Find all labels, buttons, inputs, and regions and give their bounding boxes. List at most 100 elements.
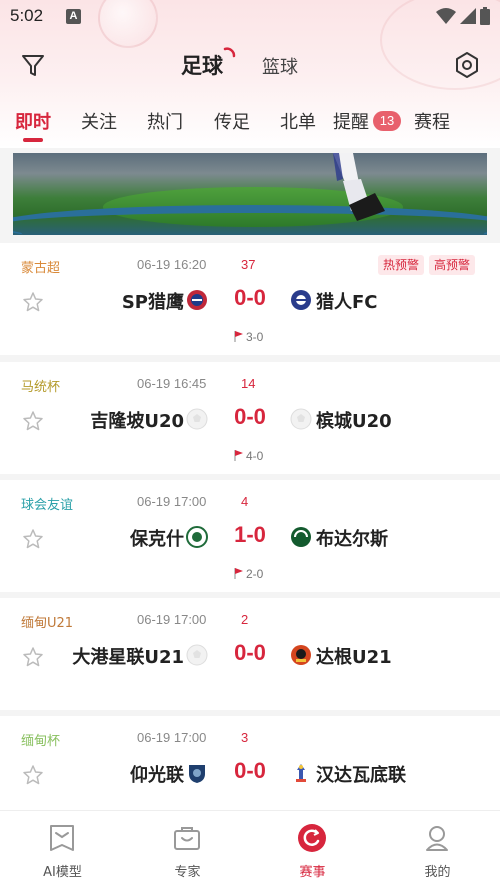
league-name: 缅甸杯 [21,734,61,749]
tab-expert[interactable]: 专家 [125,811,250,888]
corner-flag-icon [234,331,243,342]
home-team: SP猎鹰 [121,292,184,313]
subtab-bar: 即时 关注 热门 传足 北单 提醒 13 赛程 [0,104,500,144]
subtab-schedule[interactable]: 赛程 [414,108,450,134]
tab-basketball[interactable]: 篮球 [262,53,298,79]
match-card[interactable]: 缅甸杯 06-19 17:00 3 仰光联 0-0 汉达瓦底联 [0,716,500,810]
match-card[interactable]: 蒙古超 06-19 16:20 37 热预警 高预警 SP猎鹰 0-0 猎人FC… [0,243,500,355]
subtab-hot[interactable]: 热门 [147,108,183,134]
subtab-underline [23,138,43,142]
tab-football[interactable]: 足球 [181,50,223,80]
subtab-traditional[interactable]: 传足 [214,108,250,134]
score: 0-0 [234,285,266,310]
star-icon[interactable] [22,410,44,432]
away-team: 达根U21 [316,647,392,668]
away-team-logo-icon [291,290,311,310]
star-icon[interactable] [22,291,44,313]
active-tab-mark-icon [223,47,236,58]
match-card[interactable]: 球会友谊 06-19 17:00 4 保克什 1-0 布达尔斯 2-0 [0,480,500,592]
league-name: 蒙古超 [21,261,61,276]
corner-flag-icon [234,568,243,579]
match-minute: 37 [241,257,256,272]
home-team-logo-icon [186,526,208,548]
status-icons [436,7,490,25]
home-team: 保克什 [130,529,184,550]
corner-count: 2-0 [234,567,263,581]
corner-score: 4-0 [246,449,264,463]
away-team-logo-icon [296,764,306,782]
banner-track [13,205,487,235]
match-time: 06-19 17:00 [137,494,207,509]
corner-count: 3-0 [234,330,263,344]
match-time: 06-19 17:00 [137,730,207,745]
subtab-beidan[interactable]: 北单 [280,108,316,134]
league-name: 球会友谊 [21,498,74,513]
signal-icon [460,8,476,24]
promo-banner[interactable] [13,153,487,235]
default-team-logo-icon [186,408,208,430]
home-team: 吉隆坡U20 [90,411,184,432]
match-card[interactable]: 马统杯 06-19 16:45 14 吉隆坡U20 0-0 槟城U20 4-0 [0,362,500,474]
hot-alert-tag: 热预警 [378,255,425,275]
settings-button[interactable] [452,50,482,80]
reminder-count-badge: 13 [373,111,401,131]
subtab-reminder[interactable]: 提醒 [333,108,369,134]
match-minute: 2 [241,612,249,627]
home-team: 仰光联 [130,765,184,786]
corner-count: 4-0 [234,449,263,463]
match-time: 06-19 17:00 [137,612,207,627]
tab-matches[interactable]: 赛事 [250,811,375,888]
tab-ai-model[interactable]: AI模型 [0,811,125,888]
wifi-icon [436,8,456,24]
match-time: 06-19 16:45 [137,376,207,391]
score: 0-0 [234,758,266,783]
subtab-live[interactable]: 即时 [15,108,51,134]
subtab-follow[interactable]: 关注 [81,108,117,134]
away-team: 槟城U20 [316,411,392,432]
match-minute: 14 [241,376,256,391]
match-card[interactable]: 缅甸U21 06-19 17:00 2 大港星联U21 0-0 达根U21 [0,598,500,710]
star-icon[interactable] [22,646,44,668]
bottom-tab-bar: AI模型 专家 赛事 我的 [0,810,500,888]
league-name: 马统杯 [21,380,61,395]
player-leg-image [333,153,385,221]
home-team-logo-icon [189,765,205,783]
star-icon[interactable] [22,764,44,786]
corner-score: 3-0 [246,330,264,344]
away-team-logo-icon [291,645,311,665]
tab-label: 赛事 [299,865,326,880]
header: 足球 篮球 [0,40,500,90]
star-icon[interactable] [22,528,44,550]
gear-icon [456,52,478,78]
score: 1-0 [234,522,266,547]
corner-flag-icon [234,450,243,461]
high-alert-tag: 高预警 [429,255,476,275]
battery-icon [480,7,490,25]
default-team-logo-icon [186,644,208,666]
home-team: 大港星联U21 [72,647,184,668]
tab-label: 我的 [424,865,451,880]
expert-icon [174,827,200,850]
corner-score: 2-0 [246,567,264,581]
filter-icon [22,55,44,76]
tab-profile[interactable]: 我的 [375,811,500,888]
match-time: 06-19 16:20 [137,257,207,272]
match-minute: 3 [241,730,249,745]
match-minute: 4 [241,494,249,509]
profile-icon [426,826,448,851]
status-time: 5:02 [10,6,44,25]
away-team-logo-icon [291,527,311,547]
filter-button[interactable] [18,50,48,80]
notification-icon: A [66,9,81,24]
away-team: 汉达瓦底联 [316,765,406,786]
tab-label: AI模型 [43,865,82,880]
status-bar: 5:02 A [0,0,500,34]
default-team-logo-icon [290,408,312,430]
ai-model-icon [50,825,74,851]
league-name: 缅甸U21 [21,616,74,631]
score: 0-0 [234,640,266,665]
tab-label: 专家 [174,865,201,880]
match-icon [298,824,326,852]
score: 0-0 [234,404,266,429]
away-team: 布达尔斯 [316,529,388,550]
